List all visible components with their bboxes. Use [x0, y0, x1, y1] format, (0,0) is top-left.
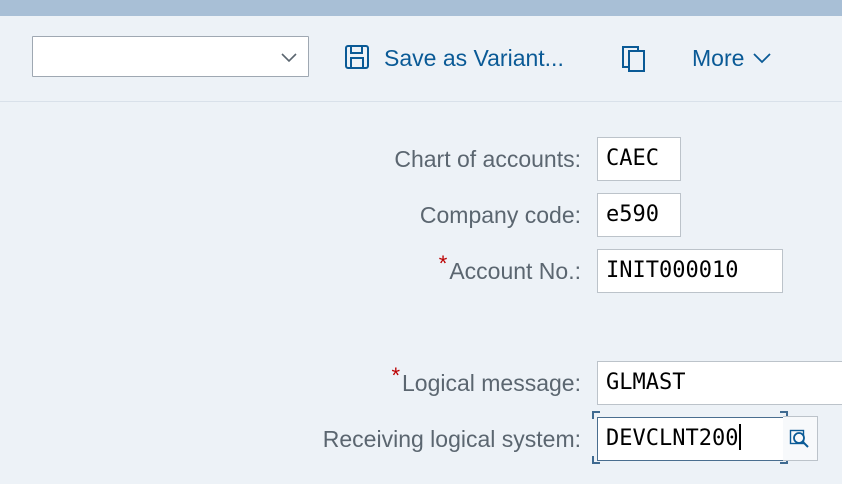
account-no-field[interactable]: INIT000010	[597, 249, 783, 293]
logical-message-field[interactable]: GLMAST	[597, 361, 842, 405]
selection-form: Chart of accounts: CAEC Company code: e5…	[0, 102, 842, 484]
value-help-icon	[789, 429, 809, 448]
focus-corner	[592, 411, 600, 419]
toolbar: Save as Variant... More	[0, 16, 842, 102]
chart-of-accounts-field[interactable]: CAEC	[597, 137, 681, 181]
logical-message-label-text: Logical message:	[402, 370, 581, 396]
chart-of-accounts-label: Chart of accounts:	[394, 146, 581, 172]
chevron-down-icon	[281, 53, 297, 63]
account-no-label-text: Account No.:	[449, 258, 581, 284]
receiving-system-field[interactable]: DEVCLNT200	[597, 417, 784, 461]
required-marker: *	[438, 251, 448, 276]
more-label: More	[692, 44, 745, 71]
text-caret	[739, 424, 742, 450]
receiving-system-label: Receiving logical system:	[322, 426, 581, 452]
copy-button[interactable]	[619, 36, 649, 80]
focus-corner	[592, 456, 600, 464]
logical-message-label: *Logical message:	[391, 363, 581, 397]
receiving-system-value: DEVCLNT200	[606, 426, 739, 451]
required-marker: *	[391, 363, 400, 388]
account-no-label: *Account No.:	[439, 251, 581, 285]
copy-icon	[622, 46, 645, 72]
company-code-label: Company code:	[419, 202, 581, 228]
more-button[interactable]: More	[692, 36, 772, 80]
company-code-field[interactable]: e590	[597, 193, 681, 237]
value-help-button[interactable]	[783, 416, 818, 461]
variant-select[interactable]	[32, 36, 309, 77]
save-as-variant-button[interactable]: Save as Variant...	[344, 36, 564, 80]
save-icon	[345, 45, 369, 69]
chevron-down-icon	[753, 53, 772, 64]
shell-header-strip	[0, 0, 842, 16]
save-as-variant-label: Save as Variant...	[384, 44, 564, 71]
